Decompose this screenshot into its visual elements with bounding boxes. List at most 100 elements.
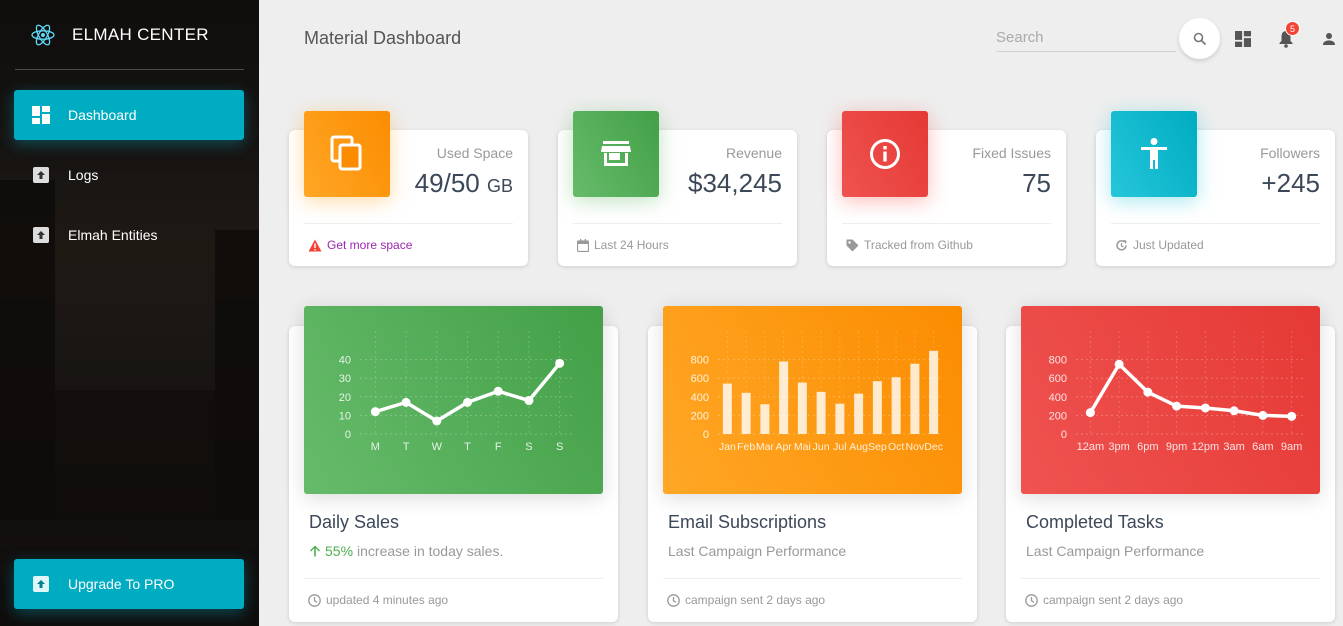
x-tick-label: 12am [1077, 441, 1105, 453]
x-tick-label: Sep [868, 441, 887, 453]
divider [842, 223, 1051, 224]
person-icon [1323, 33, 1335, 45]
sidebar-item-logs[interactable]: Logs [14, 150, 244, 200]
divider [573, 223, 782, 224]
warning-icon [308, 239, 322, 251]
x-tick-label: 3am [1223, 441, 1244, 453]
data-point [524, 396, 534, 406]
data-point [432, 416, 442, 426]
update-icon [1116, 239, 1127, 251]
stat-footer: Last 24 Hours [577, 238, 669, 252]
search-input[interactable] [996, 24, 1176, 52]
stat-category: Used Space [436, 145, 513, 161]
data-point [1085, 408, 1095, 418]
sidebar: ELMAH CENTER Dashboard Logs Elmah Entiti… [0, 0, 259, 626]
x-tick-label: T [403, 441, 410, 453]
divider [304, 578, 603, 579]
search-icon [1193, 32, 1206, 45]
x-tick-label: Jun [813, 441, 830, 453]
stat-footer: Just Updated [1115, 238, 1204, 252]
completed-tasks-chart: 0 200 400 600 800 12am 3pm 6pm 9pm 12pm 3am 6am 9am [1049, 331, 1306, 453]
chart-card-email-subscriptions: 0 200 400 600 800 Jan Feb Mar Apr Mai Jun Jul Aug Sep… [648, 306, 977, 622]
bar [929, 350, 939, 434]
data-point [493, 386, 503, 396]
upgrade-button[interactable]: Upgrade To PRO [14, 559, 244, 609]
info-icon [870, 139, 900, 169]
search-button[interactable] [1179, 18, 1220, 59]
bar [741, 392, 751, 434]
card-footer: campaign sent 2 days ago [1025, 593, 1183, 607]
data-point [1172, 401, 1182, 411]
x-tick-label: F [495, 441, 502, 453]
stat-icon-box [842, 111, 928, 197]
arrow-upward-icon [310, 545, 320, 557]
stat-value: 49/50 GB [415, 168, 513, 199]
stat-footer-text: Last 24 Hours [594, 238, 669, 252]
bar [872, 381, 882, 434]
sidebar-logo[interactable]: ELMAH CENTER [15, 0, 244, 70]
bar [722, 383, 732, 434]
stat-value: $34,245 [688, 168, 782, 198]
data-point [401, 397, 411, 407]
sidebar-item-label: Logs [68, 167, 99, 183]
stat-card-followers: Followers +245 Just Updated [1096, 111, 1335, 266]
notification-badge: 5 [1285, 21, 1300, 36]
x-tick-label: 12pm [1192, 441, 1220, 453]
x-tick-label: Dec [924, 441, 943, 453]
y-tick-label: 800 [1049, 355, 1067, 367]
accessibility-icon [1141, 138, 1167, 169]
chart-card-completed-tasks: 0 200 400 600 800 12am 3pm 6pm 9pm 12pm 3am 6am 9am … [1006, 306, 1335, 622]
x-tick-label: S [556, 441, 563, 453]
card-footer: updated 4 minutes ago [308, 593, 448, 607]
stat-card-revenue: Revenue $34,245 Last 24 Hours [558, 111, 797, 266]
card-footer-text: campaign sent 2 days ago [685, 593, 826, 607]
stat-category: Revenue [725, 145, 782, 161]
upload-box-icon [33, 167, 49, 183]
sidebar-item-label: Elmah Entities [68, 227, 158, 243]
x-tick-label: 6pm [1137, 441, 1158, 453]
page-title[interactable]: Material Dashboard [304, 28, 461, 49]
y-tick-label: 600 [691, 373, 709, 385]
data-point [1200, 403, 1210, 413]
x-tick-label: 3pm [1108, 441, 1129, 453]
data-point [1143, 387, 1153, 397]
sidebar-item-label: Dashboard [68, 107, 137, 123]
y-tick-label: 800 [691, 355, 709, 367]
x-tick-label: M [371, 441, 380, 453]
bar [816, 391, 826, 434]
card-title: Email Subscriptions [668, 512, 827, 532]
upload-box-icon [33, 576, 49, 592]
dashboard-nav-button[interactable] [1234, 30, 1252, 48]
stat-category: Followers [1260, 145, 1320, 161]
data-point [1114, 359, 1124, 369]
bar [835, 403, 845, 434]
get-more-space-link[interactable]: Get more space [327, 238, 412, 252]
clock-icon [1025, 593, 1038, 607]
data-point [1258, 410, 1268, 420]
x-tick-label: W [432, 441, 443, 453]
x-tick-label: Jan [719, 441, 736, 453]
chart-box: 0 10 20 30 40 M T W T F S S [304, 306, 603, 494]
sidebar-item-dashboard[interactable]: Dashboard [14, 90, 244, 140]
card-title: Completed Tasks [1026, 512, 1164, 532]
card-subtitle: Last Campaign Performance [668, 543, 847, 559]
data-point [555, 358, 565, 368]
x-tick-label: Jul [833, 441, 846, 453]
react-logo-icon [31, 24, 55, 45]
sidebar-item-elmah-entities[interactable]: Elmah Entities [14, 210, 244, 260]
y-tick-label: 0 [703, 429, 709, 441]
x-tick-label: Apr [775, 441, 792, 453]
sidebar-brand-text: ELMAH CENTER [72, 24, 209, 44]
chart-box: 0 200 400 600 800 Jan Feb Mar Apr Mai Jun Jul Aug Sep… [663, 306, 962, 494]
divider [1111, 223, 1320, 224]
upgrade-label: Upgrade To PRO [68, 576, 175, 592]
email-subscriptions-chart: 0 200 400 600 800 Jan Feb Mar Apr Mai Jun Jul Aug Sep… [691, 331, 943, 453]
divider [304, 223, 513, 224]
x-tick-label: Aug [849, 441, 868, 453]
profile-button[interactable] [1320, 30, 1338, 48]
stat-icon-box [304, 111, 390, 197]
bar [779, 361, 789, 434]
calendar-icon [577, 238, 589, 252]
daily-sales-chart: 0 10 20 30 40 M T W T F S S [339, 331, 575, 453]
card-title: Daily Sales [309, 512, 400, 532]
